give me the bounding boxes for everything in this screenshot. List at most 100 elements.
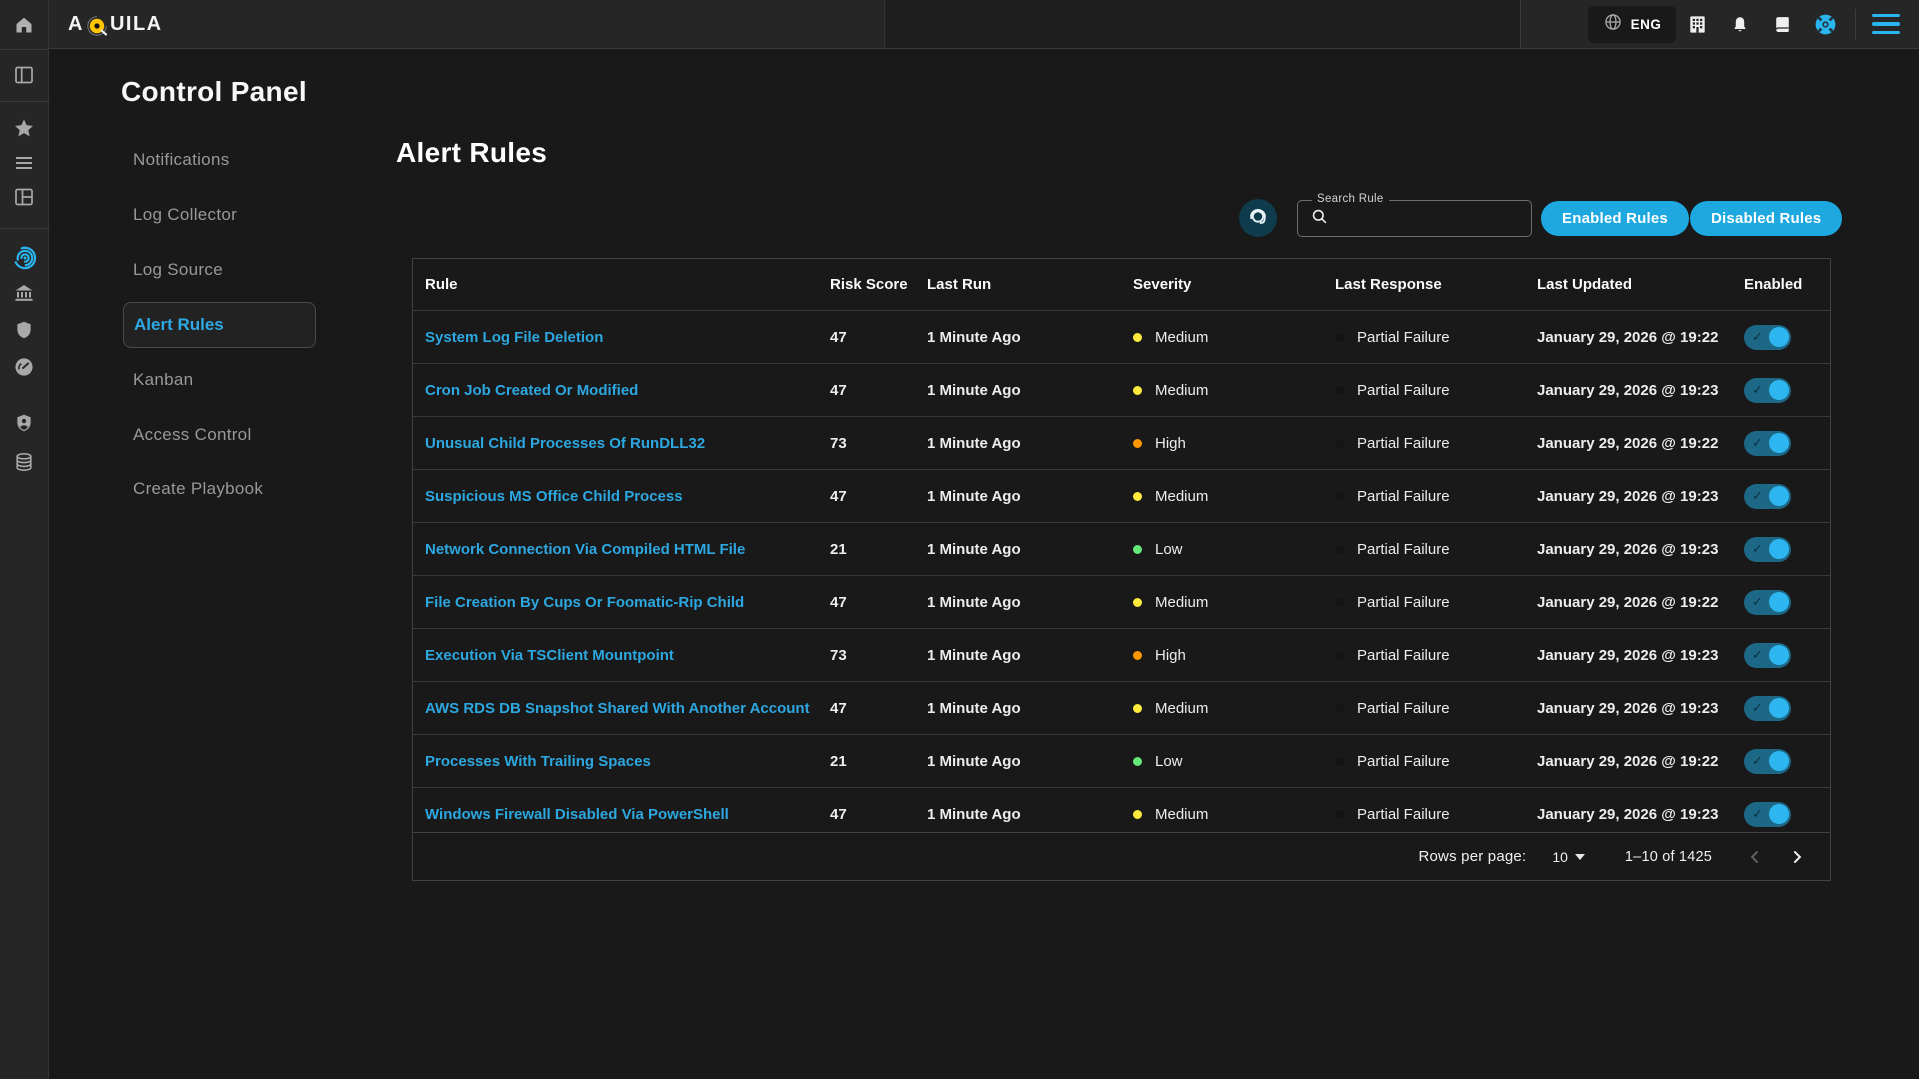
rule-link[interactable]: Network Connection Via Compiled HTML Fil… [425,541,745,558]
column-header: Last Run [927,259,1133,311]
rows-per-page-select[interactable]: 10 [1552,849,1585,865]
last-response-cell: Partial Failure [1335,470,1537,523]
enabled-toggle[interactable]: ✓ [1744,484,1791,509]
enabled-toggle[interactable]: ✓ [1744,696,1791,721]
rule-link[interactable]: AWS RDS DB Snapshot Shared With Another … [425,700,810,717]
enabled-toggle[interactable]: ✓ [1744,749,1791,774]
severity-label: Medium [1155,700,1208,717]
notifications-bell-icon[interactable] [1723,0,1757,49]
rule-link[interactable]: File Creation By Cups Or Foomatic-Rip Ch… [425,594,744,611]
previous-page-button[interactable] [1738,840,1772,874]
table-row: Processes With Trailing Spaces 21 1 Minu… [413,735,1830,788]
column-header: Severity [1133,259,1335,311]
menu-item-log-collector[interactable]: Log Collector [133,205,237,225]
support-buoy-icon[interactable] [1808,0,1842,49]
enabled-toggle[interactable]: ✓ [1744,590,1791,615]
severity-dot [1133,651,1142,660]
disabled-rules-button[interactable]: Disabled Rules [1690,201,1842,236]
last-run-cell: 1 Minute Ago [927,523,1133,576]
rule-link[interactable]: Processes With Trailing Spaces [425,753,651,770]
toggle-check-icon: ✓ [1752,700,1763,716]
menu-item-alert-rules[interactable]: Alert Rules [123,302,316,348]
enabled-rules-button[interactable]: Enabled Rules [1541,201,1689,236]
column-header: Last Response [1335,259,1537,311]
rule-link[interactable]: Execution Via TSClient Mountpoint [425,647,674,664]
risk-score-cell: 47 [830,470,927,523]
menu-item-access-control[interactable]: Access Control [133,425,252,445]
gauge-icon[interactable] [12,355,36,379]
alert-rules-table: RuleRisk ScoreLast RunSeverityLast Respo… [412,258,1831,881]
rule-link[interactable]: Unusual Child Processes Of RunDLL32 [425,435,705,452]
next-page-button[interactable] [1780,840,1814,874]
severity-dot [1133,492,1142,501]
response-dot [1335,439,1344,448]
menu-hamburger-icon[interactable] [1872,14,1900,39]
last-updated-cell: January 29, 2026 @ 19:23 [1537,682,1744,735]
response-label: Partial Failure [1357,806,1450,823]
list-menu-icon[interactable] [12,151,36,175]
rule-link[interactable]: Suspicious MS Office Child Process [425,488,683,505]
menu-item-create-playbook[interactable]: Create Playbook [133,479,263,499]
response-label: Partial Failure [1357,753,1450,770]
database-icon[interactable] [12,450,36,474]
caret-down-icon [1575,854,1585,860]
menu-item-kanban[interactable]: Kanban [133,370,193,390]
topbar-search-area[interactable] [884,0,1521,48]
severity-cell: Medium [1133,311,1335,364]
search-icon [1310,207,1329,231]
severity-label: Medium [1155,382,1208,399]
severity-dot [1133,333,1142,342]
risk-score-cell: 47 [830,311,927,364]
rule-link[interactable]: Windows Firewall Disabled Via PowerShell [425,806,729,823]
severity-dot [1133,810,1142,819]
response-dot [1335,333,1344,342]
last-response-cell: Partial Failure [1335,311,1537,364]
home-icon[interactable] [12,13,36,37]
last-run-cell: 1 Minute Ago [927,417,1133,470]
column-header: Last Updated [1537,259,1744,311]
severity-label: Medium [1155,329,1208,346]
access-shield-user-icon[interactable] [12,411,36,435]
enabled-toggle[interactable]: ✓ [1744,431,1791,456]
search-rule-field[interactable]: Search Rule [1297,200,1532,237]
table-row: Network Connection Via Compiled HTML Fil… [413,523,1830,576]
enabled-toggle[interactable]: ✓ [1744,802,1791,827]
response-label: Partial Failure [1357,647,1450,664]
rule-link[interactable]: Cron Job Created Or Modified [425,382,638,399]
severity-dot [1133,704,1142,713]
shield-icon[interactable] [12,318,36,342]
rows-per-page-label: Rows per page: [1418,848,1526,865]
last-updated-cell: January 29, 2026 @ 19:22 [1537,311,1744,364]
docs-book-icon[interactable] [1765,0,1799,49]
severity-dot [1133,545,1142,554]
threat-radar-icon[interactable] [12,245,36,269]
enabled-toggle[interactable]: ✓ [1744,643,1791,668]
column-header: Risk Score [830,259,927,311]
menu-item-notifications[interactable]: Notifications [133,150,230,170]
aquila-logo[interactable]: AUILA [68,0,163,49]
enabled-toggle[interactable]: ✓ [1744,537,1791,562]
severity-label: Low [1155,753,1183,770]
response-label: Partial Failure [1357,435,1450,452]
bank-icon[interactable] [12,281,36,305]
search-input[interactable] [1337,210,1501,228]
rule-link[interactable]: System Log File Deletion [425,329,603,346]
risk-score-cell: 21 [830,735,927,788]
toggle-knob [1769,380,1789,400]
toggle-knob [1769,433,1789,453]
language-selector[interactable]: ENG [1588,6,1676,43]
response-dot [1335,704,1344,713]
response-label: Partial Failure [1357,329,1450,346]
table-row: Suspicious MS Office Child Process 47 1 … [413,470,1830,523]
organization-icon[interactable] [1680,0,1714,49]
table-row: Cron Job Created Or Modified 47 1 Minute… [413,364,1830,417]
favorites-star-icon[interactable] [12,116,36,140]
menu-item-log-source[interactable]: Log Source [133,260,223,280]
enabled-toggle[interactable]: ✓ [1744,325,1791,350]
response-dot [1335,810,1344,819]
layout-grid-icon[interactable] [12,185,36,209]
side-panel-icon[interactable] [12,63,36,87]
ai-assistant-button[interactable] [1239,199,1277,237]
enabled-toggle[interactable]: ✓ [1744,378,1791,403]
toggle-check-icon: ✓ [1752,488,1763,504]
